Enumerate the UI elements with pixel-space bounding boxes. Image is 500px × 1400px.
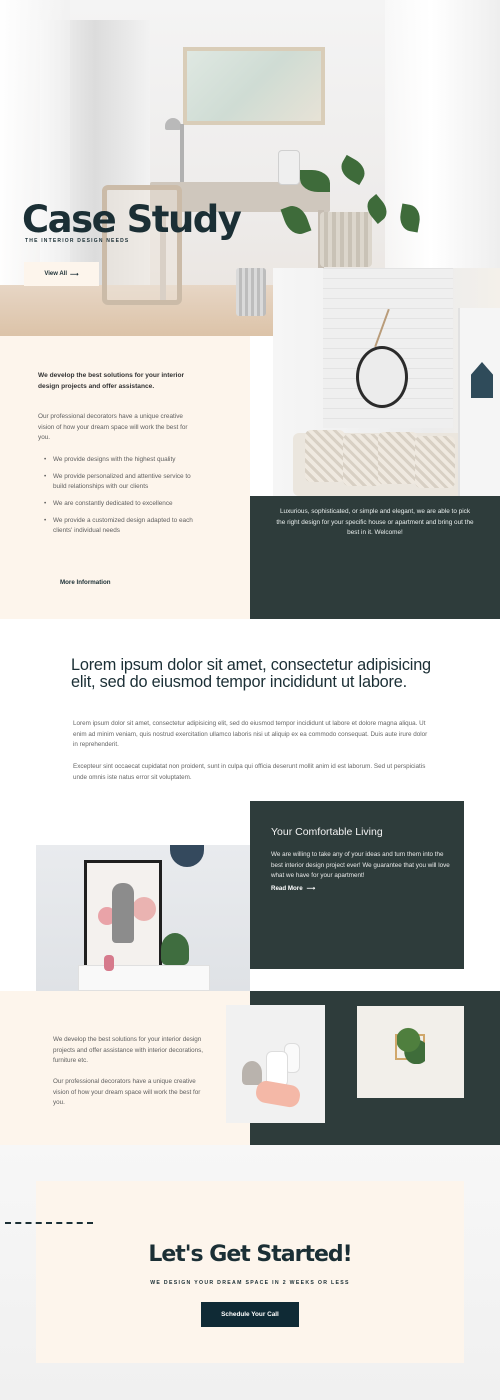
vase-image bbox=[254, 1079, 302, 1109]
hero-leaf-image bbox=[336, 154, 370, 186]
view-all-button[interactable]: View All ⟶ bbox=[24, 262, 99, 286]
read-more-label: Read More bbox=[271, 885, 303, 892]
welcome-quote-text: Luxurious, sophisticated, or simple and … bbox=[276, 508, 474, 536]
view-all-label: View All bbox=[44, 271, 68, 277]
cta-panel bbox=[36, 1181, 464, 1363]
art-figure-image bbox=[112, 883, 134, 943]
comfort-heading: Your Comfortable Living bbox=[271, 826, 383, 838]
vases-photo bbox=[226, 1005, 325, 1123]
hero-subtitle: THE INTERIOR DESIGN NEEDS bbox=[25, 238, 130, 244]
read-more-link[interactable]: Read More ⟶ bbox=[271, 885, 316, 892]
list-item: We are constantly dedicated to excellenc… bbox=[44, 499, 194, 509]
services-paragraph-2: Our professional decorators have a uniqu… bbox=[53, 1078, 201, 1106]
plant-image bbox=[161, 933, 189, 965]
list-item: We provide personalized and attentive se… bbox=[44, 472, 194, 492]
hero-plant-pot-image bbox=[320, 212, 372, 267]
wall-art-photo bbox=[36, 845, 250, 991]
art-circle-image bbox=[132, 897, 156, 921]
arrow-right-icon: ⟶ bbox=[306, 885, 316, 892]
hero-vase-image bbox=[278, 150, 300, 185]
cta-heading: Let's Get Started! bbox=[148, 1242, 352, 1267]
cta-subtitle: WE DESIGN YOUR DREAM SPACE IN 2 WEEKS OR… bbox=[150, 1280, 350, 1286]
hero-curtain-right-image bbox=[385, 0, 500, 270]
hero-lamp-image bbox=[165, 118, 181, 130]
services-panel bbox=[0, 991, 250, 1145]
arrow-right-icon: ⟶ bbox=[70, 271, 79, 278]
services-paragraph-1: We develop the best solutions for your i… bbox=[53, 1036, 204, 1064]
hanging-plant-photo bbox=[357, 1006, 464, 1098]
comfort-paragraph: We are willing to take any of your ideas… bbox=[271, 851, 450, 879]
side-table-image bbox=[78, 965, 210, 991]
list-item: We provide a customized design adapted t… bbox=[44, 516, 194, 536]
vase-image bbox=[242, 1061, 262, 1085]
intro-feature-list: We provide designs with the highest qual… bbox=[44, 455, 194, 543]
list-item: We provide designs with the highest qual… bbox=[44, 455, 194, 465]
more-information-link[interactable]: More Information bbox=[60, 579, 111, 586]
wall-mirror-image bbox=[170, 845, 204, 867]
pink-vase-image bbox=[104, 955, 114, 971]
pillow-image bbox=[415, 436, 455, 488]
pillow-image bbox=[343, 434, 383, 486]
hero-basket-image bbox=[236, 268, 266, 316]
pillow-image bbox=[378, 432, 418, 484]
shelf-image bbox=[458, 308, 500, 496]
plant-leaves-image bbox=[397, 1024, 425, 1064]
pillow-image bbox=[305, 430, 345, 482]
schedule-call-button[interactable]: Schedule Your Call bbox=[201, 1302, 299, 1327]
intro-lead-text: We develop the best solutions for your i… bbox=[38, 372, 185, 390]
intro-paragraph: Our professional decorators have a uniqu… bbox=[38, 413, 188, 441]
hero-title: Case Study bbox=[22, 198, 242, 241]
living-room-photo bbox=[273, 268, 500, 496]
hero-wall-art-image bbox=[183, 47, 325, 125]
section-paragraph-2: Excepteur sint occaecat cupidatat non pr… bbox=[73, 763, 426, 781]
dashed-divider bbox=[5, 1222, 93, 1224]
section-heading: Lorem ipsum dolor sit amet, consectetur … bbox=[71, 656, 431, 691]
hero-lamp-arm-image bbox=[180, 124, 184, 182]
section-paragraph-1: Lorem ipsum dolor sit amet, consectetur … bbox=[73, 720, 428, 748]
round-mirror-image bbox=[356, 346, 408, 408]
